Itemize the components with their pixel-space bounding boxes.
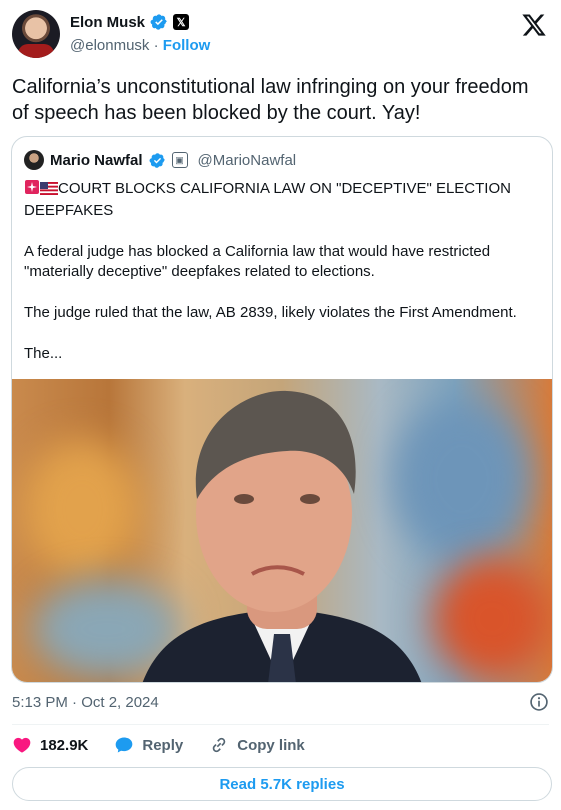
x-logo-icon[interactable] [521,12,547,38]
quoted-author-handle: @MarioNawfal [197,151,297,169]
siren-emoji-icon [24,179,40,201]
verified-badge-icon [149,152,165,168]
author-handle-row: @elonmusk · Follow [70,37,210,54]
quoted-paragraph-2: The judge ruled that the law, AB 2839, l… [24,304,517,321]
reply-button[interactable]: Reply [114,735,183,755]
x-affiliate-badge-icon: 𝕏 [173,14,190,30]
author-name-row: Elon Musk 𝕏 [70,13,190,31]
tweet-text: California’s unconstitutional law infrin… [12,76,529,124]
author-avatar[interactable] [12,10,60,58]
quoted-photo[interactable] [12,379,552,682]
read-replies-button[interactable]: Read 5.7K replies [12,767,552,801]
tweet-timestamp[interactable]: 5:13 PM · Oct 2, 2024 [12,694,159,711]
info-icon[interactable] [529,692,549,712]
quoted-paragraph-1: A federal judge has blocked a California… [24,243,491,280]
author-handle[interactable]: @elonmusk [70,37,149,54]
quoted-author-name: Mario Nawfal [50,151,143,169]
copy-link-button[interactable]: Copy link [209,735,305,755]
us-flag-emoji-icon [40,181,58,201]
affiliate-square-icon: ▣ [171,152,188,168]
quoted-paragraph-3: The... [24,345,63,362]
speech-bubble-icon [116,737,133,753]
quoted-body: COURT BLOCKS CALIFORNIA LAW ON "DECEPTIV… [24,179,544,385]
copy-link-label: Copy link [237,736,305,754]
quoted-author-avatar [24,150,44,170]
quoted-headline: COURT BLOCKS CALIFORNIA LAW ON "DECEPTIV… [24,180,511,219]
separator-dot: · [153,37,159,54]
link-icon [212,737,226,753]
tweet-header: Elon Musk 𝕏 @elonmusk · Follow [12,10,549,60]
divider [12,724,549,725]
heart-icon [13,737,31,753]
like-button[interactable]: 182.9K [12,735,88,755]
portrait-figure [142,390,422,682]
verified-badge-icon [150,14,167,30]
follow-button[interactable]: Follow [163,37,211,54]
like-count: 182.9K [40,736,89,754]
quoted-header: Mario Nawfal ▣ @MarioNawfal [24,150,296,170]
action-bar: 182.9K Reply Copy link [12,735,331,755]
reply-label: Reply [142,736,184,754]
quoted-tweet-card[interactable]: Mario Nawfal ▣ @MarioNawfal COURT BLOCKS… [11,136,553,683]
author-display-name[interactable]: Elon Musk [70,14,145,31]
